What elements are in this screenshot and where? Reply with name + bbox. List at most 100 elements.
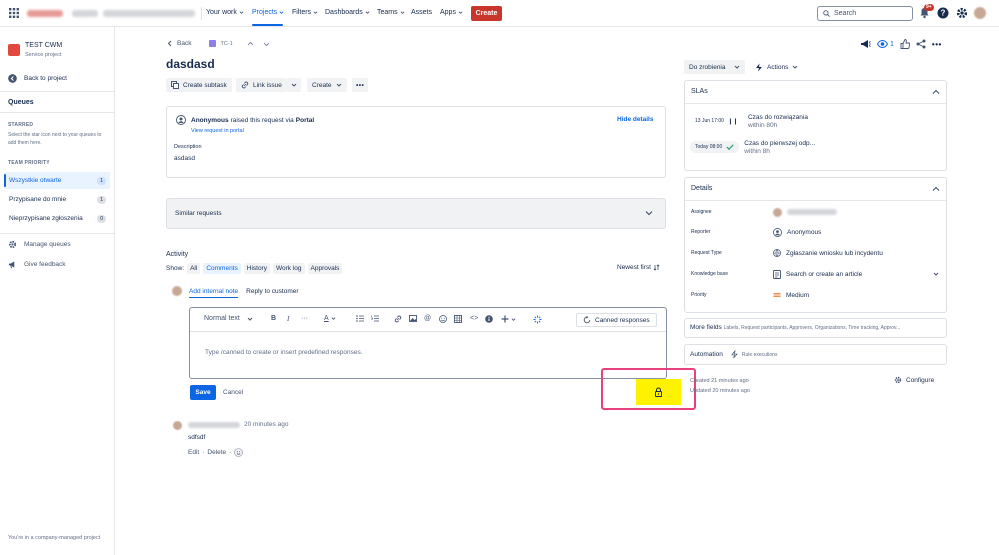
checkmark-icon bbox=[726, 144, 734, 150]
configure-button[interactable]: Configure bbox=[894, 376, 934, 384]
chevron-down-icon[interactable] bbox=[645, 210, 653, 216]
actions-dropdown[interactable]: Actions bbox=[755, 60, 798, 74]
slas-heading[interactable]: SLAs bbox=[691, 88, 708, 95]
queue-item-wszystkie-otwarte[interactable]: Wszystkie otwarte 1 bbox=[4, 172, 110, 189]
app-switcher-icon[interactable] bbox=[9, 8, 19, 18]
queue-item-nieprzypisane[interactable]: Nieprzypisane zgłoszenia 0 bbox=[4, 210, 110, 227]
create-button[interactable]: Create bbox=[471, 6, 502, 21]
filter-comments[interactable]: Comments bbox=[203, 263, 241, 274]
nav-apps[interactable]: Apps bbox=[440, 9, 463, 16]
filter-approvals[interactable]: Approvals bbox=[307, 263, 343, 274]
filter-work-log[interactable]: Work log bbox=[272, 263, 305, 274]
priority-value[interactable]: Medium bbox=[773, 292, 809, 299]
insert-plus-icon[interactable] bbox=[501, 315, 516, 323]
watch-eye-icon[interactable]: 1 bbox=[877, 40, 894, 48]
lock-icon[interactable] bbox=[654, 387, 663, 397]
status-dropdown[interactable]: Do zrobienia bbox=[684, 60, 745, 74]
breadcrumb: Back TC-1 bbox=[167, 40, 270, 47]
tab-reply-to-customer[interactable]: Reply to customer bbox=[246, 288, 298, 298]
nav-filters[interactable]: Filters bbox=[292, 9, 318, 16]
site-logo[interactable] bbox=[27, 10, 63, 17]
created-updated-info: Created 21 minutes ago Updated 20 minute… bbox=[690, 376, 750, 396]
back-link[interactable]: Back bbox=[177, 40, 191, 47]
bold-icon[interactable]: B bbox=[271, 315, 276, 322]
activity-filters: Show: All Comments History Work log Appr… bbox=[166, 263, 343, 274]
info-icon[interactable] bbox=[485, 315, 493, 323]
bullet-list-icon[interactable] bbox=[356, 315, 364, 322]
sort-order-button[interactable]: Newest first bbox=[617, 264, 660, 271]
chevron-up-icon[interactable] bbox=[932, 89, 940, 95]
table-icon[interactable] bbox=[454, 315, 462, 323]
numbered-list-icon[interactable] bbox=[371, 315, 379, 322]
chevron-up-icon bbox=[247, 41, 254, 45]
nav-dashboards[interactable]: Dashboards bbox=[325, 9, 370, 16]
more-formatting-icon[interactable]: ··· bbox=[301, 315, 308, 322]
hide-details-link[interactable]: Hide details bbox=[617, 116, 653, 123]
nav-active-indicator bbox=[252, 24, 283, 26]
search-input[interactable]: Search bbox=[817, 6, 913, 21]
comment-author-name[interactable] bbox=[188, 422, 240, 428]
tab-add-internal-note[interactable]: Add internal note bbox=[189, 288, 239, 298]
comment-edit-link[interactable]: Edit bbox=[188, 449, 199, 456]
nav-your-work[interactable]: Your work bbox=[206, 9, 244, 16]
more-fields-list: Labels, Request participants, Approvers,… bbox=[723, 325, 901, 331]
nav-assets[interactable]: Assets bbox=[411, 9, 432, 16]
link-issue-dropdown[interactable] bbox=[287, 78, 301, 92]
view-request-in-portal-link[interactable]: View request in portal bbox=[191, 128, 244, 134]
manage-queues-link[interactable]: Manage queues bbox=[8, 240, 71, 249]
filter-all[interactable]: All bbox=[187, 263, 201, 274]
create-dropdown-button[interactable]: Create bbox=[307, 78, 347, 92]
help-icon[interactable]: ? bbox=[937, 7, 949, 19]
back-to-project-link[interactable]: Back to project bbox=[8, 74, 67, 83]
link-icon[interactable] bbox=[394, 315, 402, 323]
more-fields-row[interactable]: More fields Labels, Request participants… bbox=[690, 324, 900, 331]
thumbs-up-icon[interactable] bbox=[900, 39, 910, 49]
issue-title[interactable]: dasdasd bbox=[166, 57, 215, 71]
site-subtitle bbox=[103, 10, 195, 17]
assignee-value[interactable] bbox=[773, 207, 837, 217]
give-feedback-link[interactable]: Give feedback bbox=[8, 260, 66, 269]
user-avatar[interactable] bbox=[974, 7, 986, 19]
more-actions-button[interactable]: ••• bbox=[352, 78, 369, 92]
more-horizontal-icon: ••• bbox=[356, 81, 365, 89]
settings-gear-icon[interactable] bbox=[956, 7, 968, 19]
cancel-button[interactable]: Cancel bbox=[223, 389, 243, 396]
company-managed-note: You're in a company-managed project bbox=[8, 535, 101, 541]
share-icon[interactable] bbox=[916, 39, 926, 49]
nav-projects[interactable]: Projects bbox=[252, 9, 284, 16]
similar-requests-section[interactable]: Similar requests bbox=[166, 198, 666, 229]
more-horizontal-icon[interactable]: ••• bbox=[932, 40, 942, 49]
request-type-value[interactable]: Zgłaszanie wniosku lub incydentu bbox=[773, 249, 883, 257]
description-text[interactable]: asdasd bbox=[174, 155, 195, 162]
chevron-up-icon[interactable] bbox=[932, 186, 940, 192]
feedback-megaphone-icon[interactable] bbox=[860, 39, 871, 49]
text-color-icon[interactable]: A bbox=[324, 315, 336, 322]
italic-icon[interactable]: I bbox=[287, 315, 289, 323]
link-issue-button[interactable]: Link issue bbox=[236, 78, 287, 92]
automation-row[interactable]: Automation Rule executions bbox=[690, 350, 777, 359]
canned-responses-button[interactable]: Canned responses bbox=[576, 313, 657, 327]
create-subtask-button[interactable]: Create subtask bbox=[166, 78, 232, 92]
issue-key[interactable]: TC-1 bbox=[220, 41, 232, 47]
details-heading[interactable]: Details bbox=[691, 185, 712, 192]
code-icon[interactable]: <> bbox=[470, 315, 478, 322]
emoji-icon[interactable] bbox=[439, 315, 447, 323]
text-style-dropdown[interactable]: Normal text bbox=[204, 315, 253, 322]
ai-assist-icon[interactable] bbox=[533, 315, 542, 324]
raised-by-line: Anonymous raised this request via Portal bbox=[176, 115, 314, 125]
nav-teams[interactable]: Teams bbox=[377, 9, 405, 16]
comment-editor[interactable]: Normal text B I ··· A @ <> Canned respon… bbox=[189, 307, 667, 379]
comment-author-avatar bbox=[173, 421, 182, 430]
queue-item-przypisane-do-mnie[interactable]: Przypisane do mnie 1 bbox=[4, 191, 110, 208]
mention-icon[interactable]: @ bbox=[424, 315, 431, 322]
image-icon[interactable] bbox=[409, 315, 417, 322]
add-reaction-icon[interactable] bbox=[234, 448, 244, 457]
project-name[interactable]: TEST CWM bbox=[25, 42, 62, 49]
reporter-value[interactable]: Anonymous bbox=[773, 227, 821, 237]
save-button[interactable]: Save bbox=[190, 385, 216, 400]
sidebar-divider bbox=[0, 233, 114, 234]
editor-toolbar: Normal text B I ··· A @ <> Canned respon… bbox=[190, 308, 666, 332]
knowledge-base-search[interactable]: Search or create an article bbox=[773, 269, 939, 279]
comment-delete-link[interactable]: Delete bbox=[207, 449, 226, 456]
filter-history[interactable]: History bbox=[243, 263, 270, 274]
